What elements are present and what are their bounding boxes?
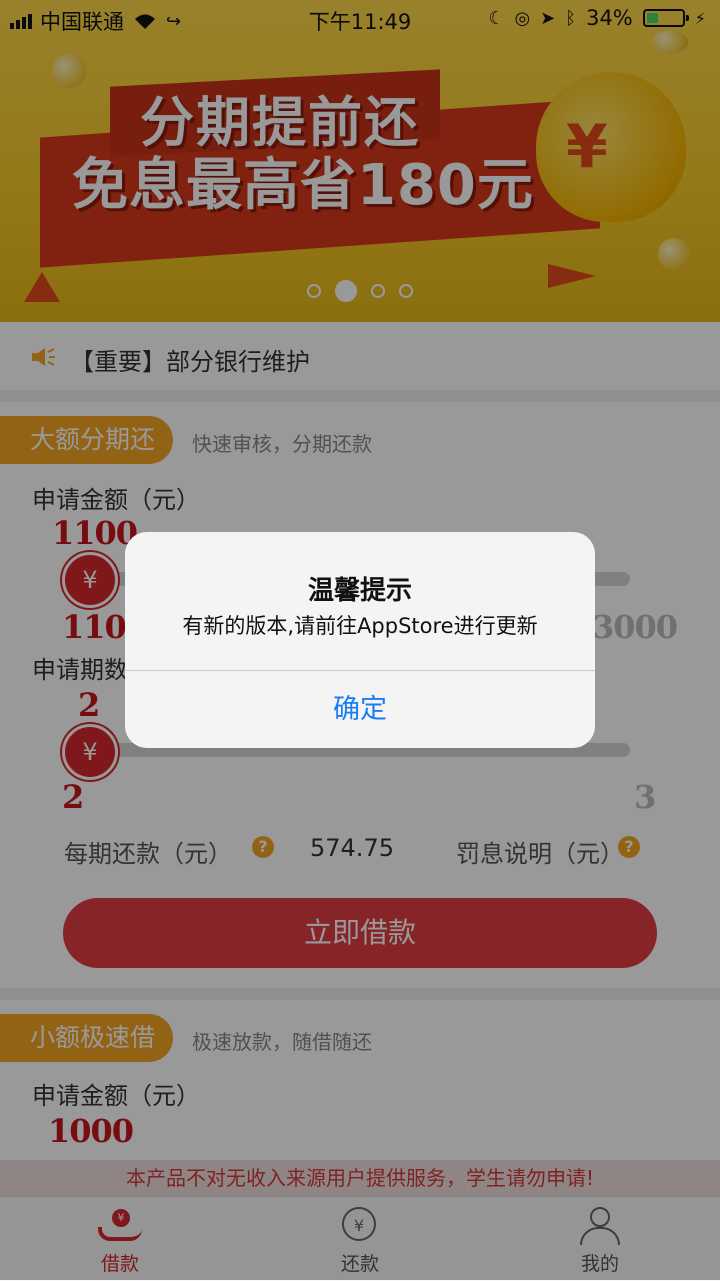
alert-message: 有新的版本,请前往AppStore进行更新 <box>182 614 538 638</box>
alert-title: 温馨提示 <box>307 576 412 606</box>
alert-confirm-button[interactable]: 确定 <box>125 671 595 748</box>
update-alert-dialog: 温馨提示 有新的版本,请前往AppStore进行更新 确定 <box>125 532 595 748</box>
